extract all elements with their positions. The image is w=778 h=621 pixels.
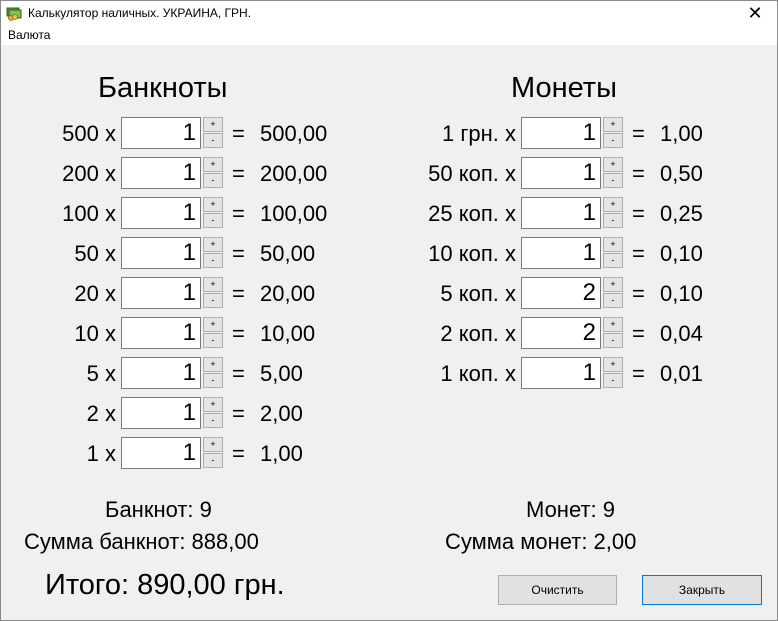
spin-up-button[interactable]: + xyxy=(603,357,623,372)
coins-row: 2 коп. x 2 + - = 0,04 xyxy=(1,317,777,349)
banknotes-row-result: 2,00 xyxy=(260,401,303,426)
coin-sum: Сумма монет: 2,00 xyxy=(445,529,637,554)
banknotes-denomination-label: 1 x xyxy=(86,441,116,466)
spin-up-button[interactable]: + xyxy=(603,117,623,132)
coins-quantity-input[interactable]: 1 xyxy=(521,357,601,389)
spin-up-button[interactable]: + xyxy=(603,237,623,252)
coins-quantity-input[interactable]: 1 xyxy=(521,237,601,269)
spin-up-button[interactable]: + xyxy=(603,157,623,172)
coins-quantity-input[interactable]: 2 xyxy=(521,277,601,309)
banknotes-row: 1 x 1 + - = 1,00 xyxy=(1,437,777,469)
coins-row: 1 коп. x 1 + - = 0,01 xyxy=(1,357,777,389)
spin-up-button[interactable]: + xyxy=(603,277,623,292)
coins-row-result: 0,10 xyxy=(660,281,703,306)
banknotes-quantity-input[interactable]: 1 xyxy=(121,397,201,429)
coins-quantity-input[interactable]: 1 xyxy=(521,197,601,229)
coins-heading: Монеты xyxy=(511,72,617,104)
equals-sign: = xyxy=(232,441,245,466)
banknotes-denomination-label: 2 x xyxy=(86,401,116,426)
banknotes-quantity-input[interactable]: 1 xyxy=(121,437,201,469)
equals-sign: = xyxy=(632,361,645,386)
clear-button[interactable]: Очистить xyxy=(498,575,617,605)
spin-up-button[interactable]: + xyxy=(603,197,623,212)
coins-row: 5 коп. x 2 + - = 0,10 xyxy=(1,277,777,309)
coins-row-result: 0,04 xyxy=(660,321,703,346)
banknote-sum: Сумма банкнот: 888,00 xyxy=(24,529,259,554)
coins-denomination-label: 50 коп. x xyxy=(428,161,516,186)
calculator-panel: Банкноты Монеты 500 x 1 + - = 500,00 200 x 1 + - =… xyxy=(1,45,777,620)
grand-total: Итого: 890,00 грн. xyxy=(45,569,285,601)
spin-up-button[interactable]: + xyxy=(603,317,623,332)
coins-denomination-label: 10 коп. x xyxy=(428,241,516,266)
coins-row-result: 0,01 xyxy=(660,361,703,386)
spin-up-button[interactable]: + xyxy=(203,397,223,412)
coins-denomination-label: 1 коп. x xyxy=(440,361,516,386)
spin-down-button[interactable]: - xyxy=(603,333,623,348)
banknotes-row-result: 1,00 xyxy=(260,441,303,466)
spin-down-button[interactable]: - xyxy=(203,453,223,468)
equals-sign: = xyxy=(632,281,645,306)
coin-count: Монет: 9 xyxy=(526,497,615,522)
banknotes-row: 2 x 1 + - = 2,00 xyxy=(1,397,777,429)
spin-down-button[interactable]: - xyxy=(603,293,623,308)
coins-row-result: 0,10 xyxy=(660,241,703,266)
cash-calculator-icon xyxy=(6,7,22,21)
window-close-button[interactable]: ✕ xyxy=(732,0,778,26)
coins-row-result: 0,50 xyxy=(660,161,703,186)
banknote-count: Банкнот: 9 xyxy=(105,497,212,522)
equals-sign: = xyxy=(632,201,645,226)
coins-row: 25 коп. x 1 + - = 0,25 xyxy=(1,197,777,229)
equals-sign: = xyxy=(632,121,645,146)
spin-down-button[interactable]: - xyxy=(203,413,223,428)
title-bar: Калькулятор наличных. УКРАИНА, ГРН. ✕ xyxy=(0,0,778,26)
coins-denomination-label: 5 коп. x xyxy=(440,281,516,306)
coins-row-result: 0,25 xyxy=(660,201,703,226)
coins-denomination-label: 25 коп. x xyxy=(428,201,516,226)
close-button[interactable]: Закрыть xyxy=(642,575,762,605)
spin-down-button[interactable]: - xyxy=(603,173,623,188)
equals-sign: = xyxy=(632,321,645,346)
equals-sign: = xyxy=(632,241,645,266)
coins-denomination-label: 2 коп. x xyxy=(440,321,516,346)
spin-down-button[interactable]: - xyxy=(603,213,623,228)
coins-row-result: 1,00 xyxy=(660,121,703,146)
equals-sign: = xyxy=(232,401,245,426)
spin-down-button[interactable]: - xyxy=(603,133,623,148)
coins-row: 50 коп. x 1 + - = 0,50 xyxy=(1,157,777,189)
spin-down-button[interactable]: - xyxy=(603,253,623,268)
coins-row: 10 коп. x 1 + - = 0,10 xyxy=(1,237,777,269)
equals-sign: = xyxy=(632,161,645,186)
spin-up-button[interactable]: + xyxy=(203,437,223,452)
menu-item-currency[interactable]: Валюта xyxy=(8,28,50,42)
window-title: Калькулятор наличных. УКРАИНА, ГРН. xyxy=(28,6,252,20)
coins-quantity-input[interactable]: 2 xyxy=(521,317,601,349)
banknotes-heading: Банкноты xyxy=(98,72,228,104)
coins-denomination-label: 1 грн. x xyxy=(442,121,516,146)
spin-down-button[interactable]: - xyxy=(603,373,623,388)
coins-quantity-input[interactable]: 1 xyxy=(521,117,601,149)
coins-quantity-input[interactable]: 1 xyxy=(521,157,601,189)
menu-bar: Валюта xyxy=(0,26,778,45)
coins-row: 1 грн. x 1 + - = 1,00 xyxy=(1,117,777,149)
